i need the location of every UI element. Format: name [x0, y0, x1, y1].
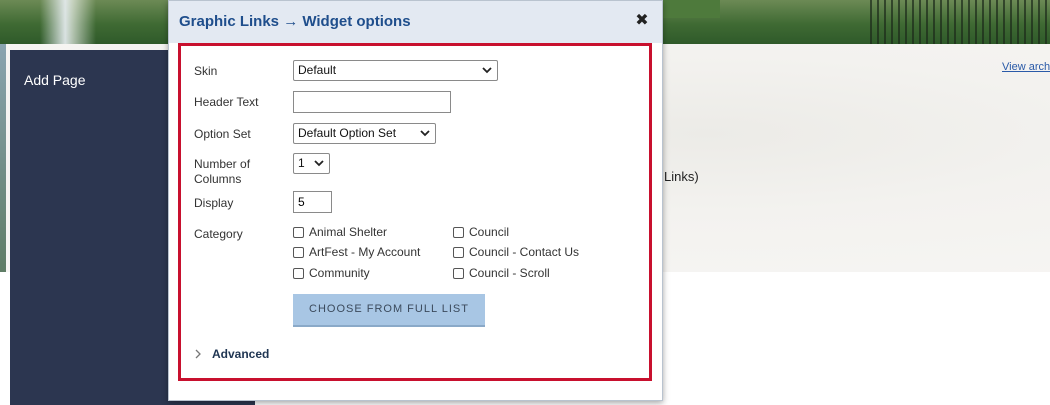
option-set-label: Option Set — [194, 127, 251, 141]
category-option-label: Council - Contact Us — [469, 245, 580, 259]
number-of-columns-label-line2: Columns — [194, 172, 242, 186]
choose-from-full-list-button[interactable]: CHOOSE FROM FULL LIST — [293, 294, 485, 327]
photo-fence — [870, 0, 1050, 44]
option-set-select-value: Default Option Set — [298, 126, 397, 140]
number-of-columns-select-value: 1 — [298, 156, 305, 170]
category-option-council-scroll[interactable]: Council - Scroll — [453, 266, 550, 280]
option-set-select[interactable]: Default Option Set — [293, 123, 436, 144]
chevron-right-icon — [195, 349, 201, 359]
checkbox[interactable] — [293, 226, 304, 238]
category-option-label: Animal Shelter — [309, 225, 388, 239]
advanced-toggle[interactable]: Advanced — [194, 347, 269, 361]
chevron-down-icon — [420, 130, 430, 137]
add-page-link[interactable]: Add Page — [24, 72, 86, 88]
checkbox[interactable] — [293, 246, 304, 258]
header-text-input[interactable] — [293, 91, 451, 113]
category-option-label: ArtFest - My Account — [309, 245, 421, 259]
category-option-council-contact-us[interactable]: Council - Contact Us — [453, 245, 579, 259]
category-option-label: Council — [469, 225, 510, 239]
category-option-label: Community — [309, 266, 370, 280]
category-option-artfest-my-account[interactable]: ArtFest - My Account — [293, 245, 420, 259]
checkbox[interactable] — [453, 267, 464, 279]
skin-select-value: Default — [298, 63, 337, 77]
close-icon[interactable]: ✖ — [634, 12, 650, 28]
chevron-down-icon — [314, 160, 324, 167]
view-archive-link[interactable]: View arch — [1002, 61, 1050, 73]
checkbox[interactable] — [293, 267, 304, 279]
checkbox[interactable] — [453, 226, 464, 238]
advanced-label: Advanced — [212, 347, 270, 361]
category-option-council[interactable]: Council — [453, 225, 509, 239]
links-text: Links) — [664, 169, 699, 184]
category-option-animal-shelter[interactable]: Animal Shelter — [293, 225, 387, 239]
skin-select[interactable]: Default — [293, 60, 498, 81]
category-option-label: Council - Scroll — [469, 266, 550, 280]
header-text-label: Header Text — [194, 95, 259, 109]
display-input[interactable] — [293, 191, 332, 213]
category-label: Category — [194, 227, 243, 241]
display-label: Display — [194, 196, 234, 210]
number-of-columns-label: Number of Columns — [194, 157, 250, 187]
number-of-columns-label-line1: Number of — [194, 157, 251, 171]
skin-label: Skin — [194, 64, 218, 78]
number-of-columns-select[interactable]: 1 — [293, 153, 330, 174]
photo-fountain — [40, 0, 96, 44]
dialog-header: Graphic Links → Widget options ✖ — [169, 1, 662, 43]
dialog-title: Graphic Links → Widget options — [179, 13, 411, 30]
widget-options-dialog: Graphic Links → Widget options ✖ Skin De… — [168, 0, 663, 401]
category-option-community[interactable]: Community — [293, 266, 370, 280]
checkbox[interactable] — [453, 246, 464, 258]
options-form: Skin Default Header Text Option Set Defa… — [178, 43, 652, 381]
chevron-down-icon — [482, 67, 492, 74]
